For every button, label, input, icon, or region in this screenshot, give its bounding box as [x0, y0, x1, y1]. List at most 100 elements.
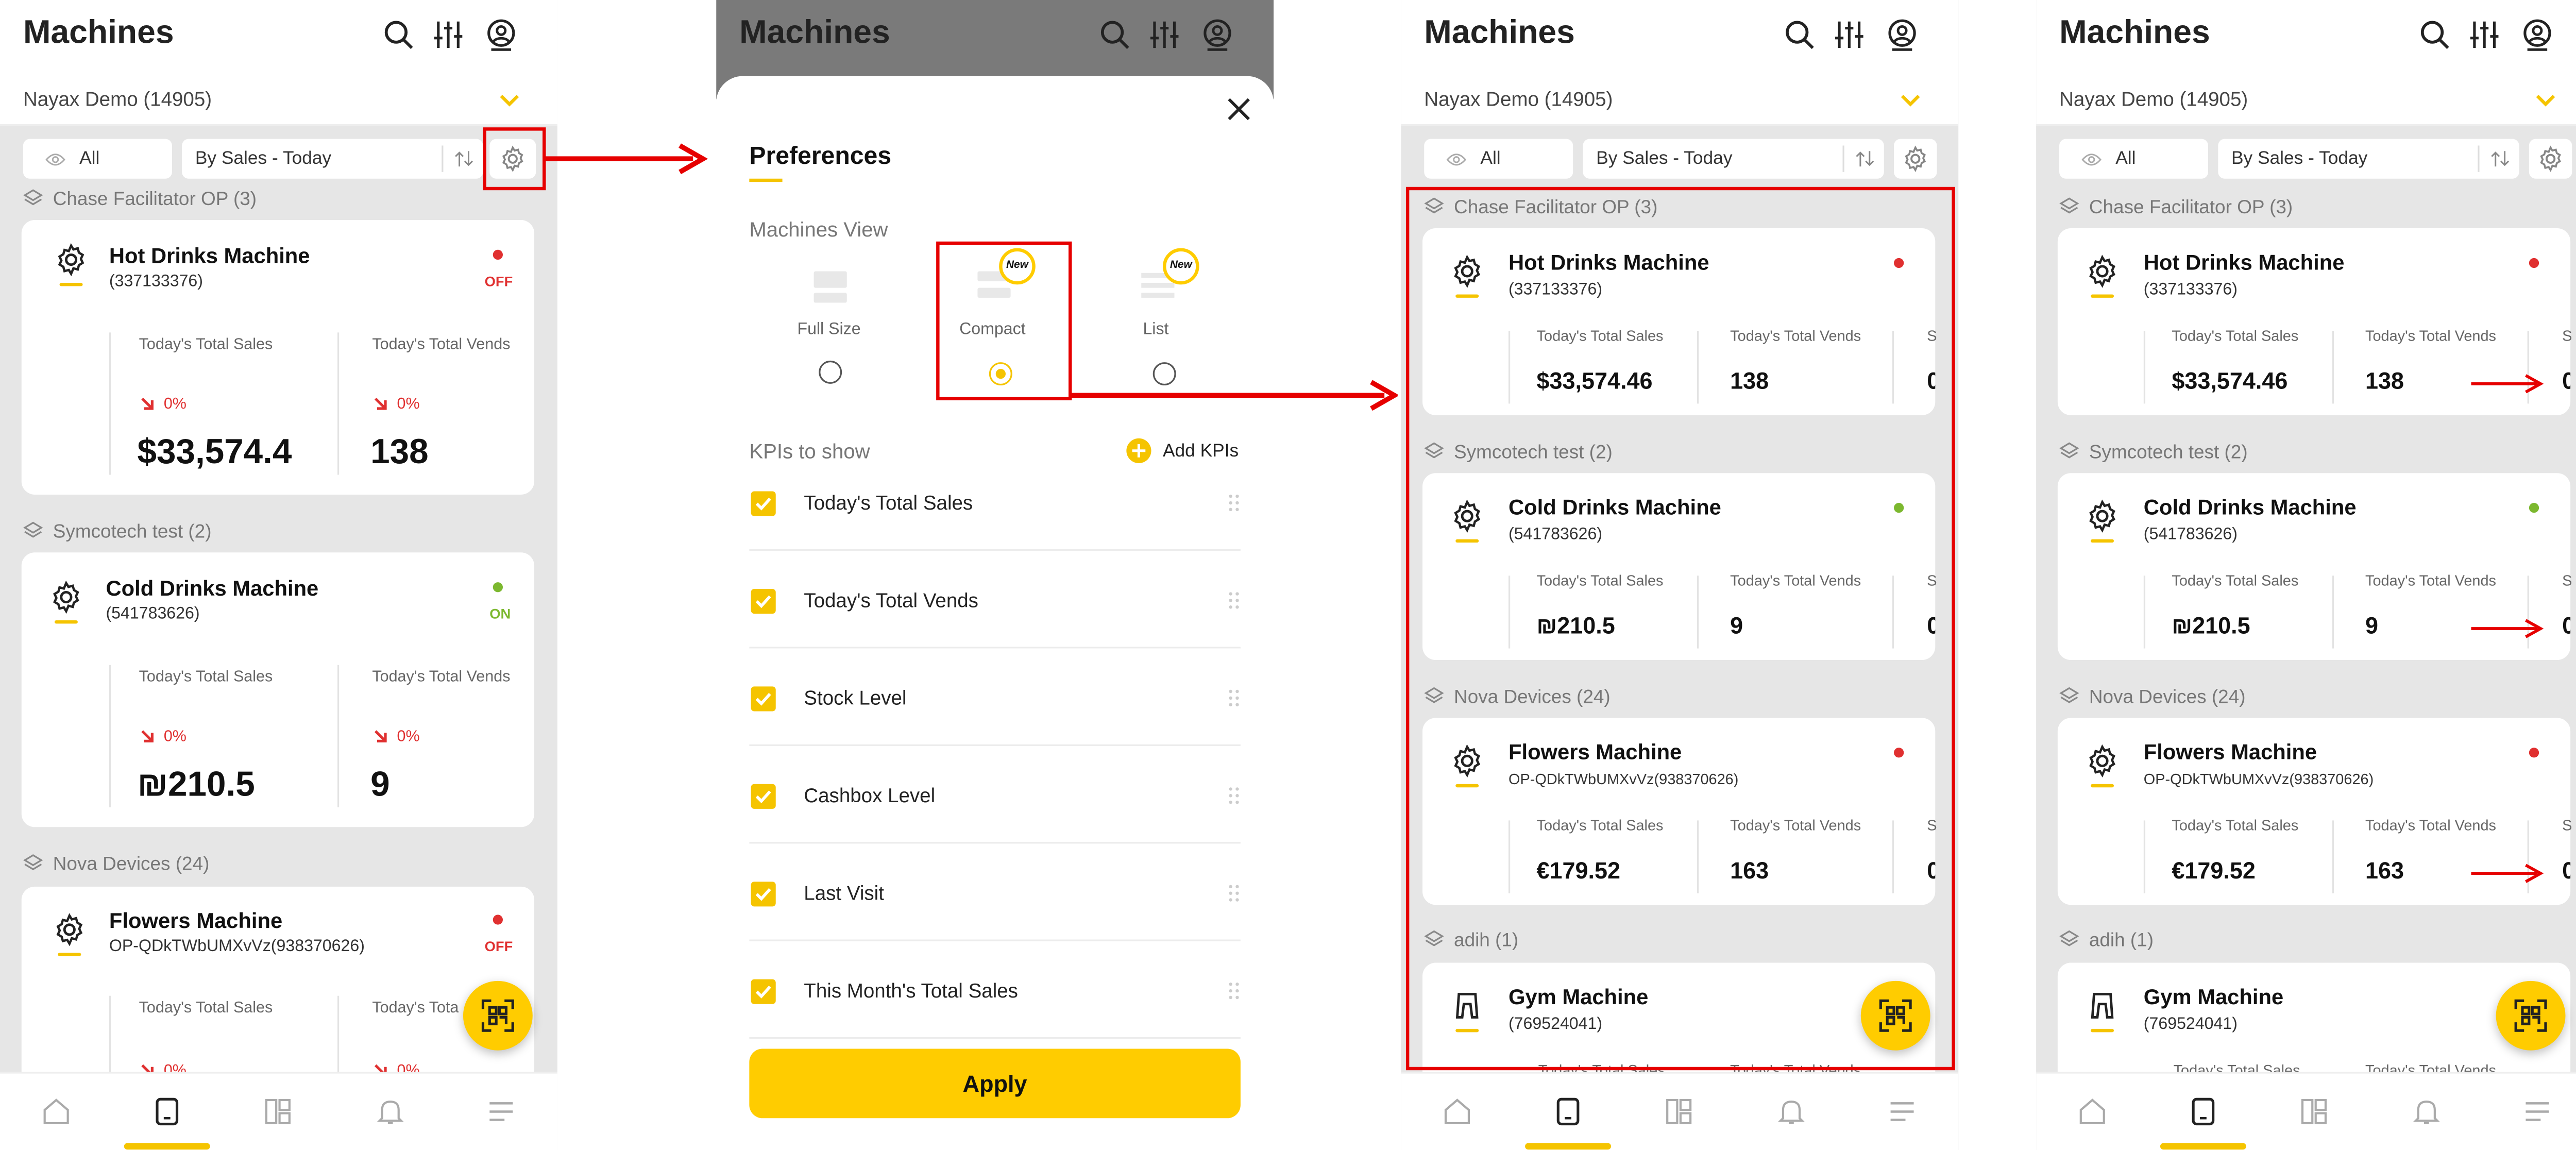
- account-selector[interactable]: Nayax Demo (14905): [2036, 76, 2576, 126]
- kpi-label: Today's Total Sales: [2172, 327, 2299, 344]
- filter-sliders-icon[interactable]: [432, 18, 465, 51]
- tablet-icon[interactable]: [2188, 1097, 2218, 1127]
- chevron-down-icon[interactable]: [1899, 89, 1922, 112]
- drag-handle-icon[interactable]: [1227, 493, 1241, 513]
- machine-card[interactable]: Flowers Machine OP-QDkTWbUMXvVz(938370626…: [2057, 718, 2572, 905]
- kpi-checkbox[interactable]: [751, 882, 776, 907]
- scan-button[interactable]: [2496, 980, 2566, 1051]
- close-icon[interactable]: [1227, 97, 1250, 121]
- kpi-label: S: [2562, 817, 2572, 834]
- machine-card[interactable]: Hot Drinks Machine (337133376) OFF Today…: [21, 219, 534, 495]
- menu-icon[interactable]: [2522, 1097, 2552, 1127]
- status-badge: OFF: [484, 938, 513, 955]
- status-badge: ON: [489, 605, 511, 622]
- machine-name: Flowers Machine: [2143, 739, 2317, 765]
- menu-icon[interactable]: [486, 1097, 516, 1127]
- eye-icon: [2081, 152, 2103, 167]
- machine-name: Gym Machine: [2143, 984, 2284, 1009]
- status-dot: [493, 582, 503, 593]
- radio-full-size[interactable]: [819, 360, 842, 384]
- sort-icon[interactable]: [1854, 149, 1876, 169]
- kpi-value-third: 0: [2562, 612, 2570, 638]
- bell-icon[interactable]: [376, 1097, 405, 1127]
- kpi-label: S: [2562, 327, 2572, 344]
- scan-button[interactable]: [463, 980, 533, 1051]
- machine-gear-icon: [55, 243, 91, 286]
- machine-card[interactable]: Flowers Machine OP-QDkTWbUMXvVz(93837062…: [21, 886, 534, 1102]
- plus-icon[interactable]: [1126, 438, 1151, 463]
- kpi-checkbox[interactable]: [751, 588, 776, 614]
- user-location-icon[interactable]: [1886, 18, 1919, 51]
- account-selector[interactable]: Nayax Demo (14905): [0, 76, 557, 126]
- sort-selector[interactable]: By Sales - Today: [182, 139, 483, 179]
- group-header: Chase Facilitator OP (3): [23, 189, 257, 210]
- tablet-icon[interactable]: [1553, 1097, 1583, 1127]
- user-location-icon[interactable]: [2521, 18, 2554, 51]
- tablet-icon[interactable]: [152, 1097, 182, 1127]
- chevron-down-icon[interactable]: [498, 89, 521, 112]
- drag-handle-icon[interactable]: [1227, 786, 1241, 806]
- gear-icon[interactable]: [2537, 146, 2564, 172]
- view-filter[interactable]: All: [23, 139, 172, 179]
- machine-card[interactable]: Hot Drinks Machine (337133376) Today's Tot…: [2057, 228, 2572, 415]
- machine-id: OP-QDkTWbUMXvVz(938370626): [109, 938, 365, 956]
- search-icon[interactable]: [1783, 18, 1816, 51]
- dashboard-icon[interactable]: [1664, 1097, 1694, 1127]
- drag-handle-icon[interactable]: [1227, 688, 1241, 708]
- kpi-value-sales: $33,574.46: [2172, 367, 2288, 394]
- sort-selector[interactable]: By Sales - Today: [2218, 139, 2519, 179]
- view-filter[interactable]: All: [2059, 139, 2209, 179]
- kpi-checkbox[interactable]: [751, 784, 776, 809]
- search-icon[interactable]: [2418, 18, 2451, 51]
- machine-card[interactable]: Cold Drinks Machine (541783626) ON Today…: [21, 552, 534, 827]
- sort-icon[interactable]: [453, 149, 475, 169]
- bell-icon[interactable]: [1776, 1097, 1806, 1127]
- machine-name: Hot Drinks Machine: [2143, 249, 2345, 275]
- preferences-button[interactable]: [2529, 139, 2572, 179]
- search-icon[interactable]: [382, 18, 415, 51]
- sort-selector[interactable]: By Sales - Today: [1583, 139, 1884, 179]
- home-icon[interactable]: [2077, 1097, 2107, 1127]
- kpi-value-sales: $33,574.4: [137, 433, 292, 471]
- bell-icon[interactable]: [2412, 1097, 2442, 1127]
- machine-name: Hot Drinks Machine: [109, 243, 310, 268]
- add-kpis-button[interactable]: Add KPIs: [1163, 442, 1239, 462]
- home-icon[interactable]: [41, 1097, 71, 1127]
- apply-button[interactable]: Apply: [749, 1048, 1241, 1119]
- kpi-label: Today's Total Sales: [139, 668, 273, 687]
- kpi-checkbox[interactable]: [751, 686, 776, 712]
- kpi-label: Today's Total Vends: [2365, 817, 2496, 834]
- trend-down-icon: [372, 395, 388, 412]
- machine-id: (541783626): [106, 605, 200, 624]
- chevron-down-icon[interactable]: [2534, 89, 2557, 112]
- kpi-checkbox[interactable]: [751, 979, 776, 1004]
- drag-handle-icon[interactable]: [1227, 883, 1241, 903]
- menu-icon[interactable]: [1887, 1097, 1917, 1127]
- sort-icon[interactable]: [2489, 149, 2511, 169]
- account-selector[interactable]: Nayax Demo (14905): [1401, 76, 1959, 126]
- sort-label: By Sales - Today: [2231, 148, 2368, 169]
- machine-gear-icon: [53, 913, 90, 956]
- drag-handle-icon[interactable]: [1227, 981, 1241, 1001]
- user-location-icon[interactable]: [485, 18, 518, 51]
- gear-icon[interactable]: [1902, 146, 1928, 172]
- view-filter-label: All: [79, 148, 100, 169]
- machine-card[interactable]: Cold Drinks Machine (541783626) Today's To…: [2057, 473, 2572, 660]
- filter-sliders-icon[interactable]: [2468, 18, 2501, 51]
- status-dot: [2529, 502, 2539, 513]
- kpi-change: 0%: [397, 728, 420, 746]
- group-header: Symcotech test (2): [2059, 442, 2248, 463]
- sort-label: By Sales - Today: [195, 148, 332, 169]
- preferences-title: Preferences: [749, 142, 892, 171]
- kpi-label: S: [2562, 572, 2572, 589]
- kpi-checkbox[interactable]: [751, 491, 776, 516]
- view-filter-label: All: [2115, 148, 2136, 169]
- highlight-box: [936, 241, 1072, 400]
- preferences-button[interactable]: [1894, 139, 1937, 179]
- dashboard-icon[interactable]: [263, 1097, 293, 1127]
- home-icon[interactable]: [1443, 1097, 1472, 1127]
- dashboard-icon[interactable]: [2299, 1097, 2329, 1127]
- drag-handle-icon[interactable]: [1227, 590, 1241, 611]
- view-filter[interactable]: All: [1424, 139, 1573, 179]
- filter-sliders-icon[interactable]: [1833, 18, 1866, 51]
